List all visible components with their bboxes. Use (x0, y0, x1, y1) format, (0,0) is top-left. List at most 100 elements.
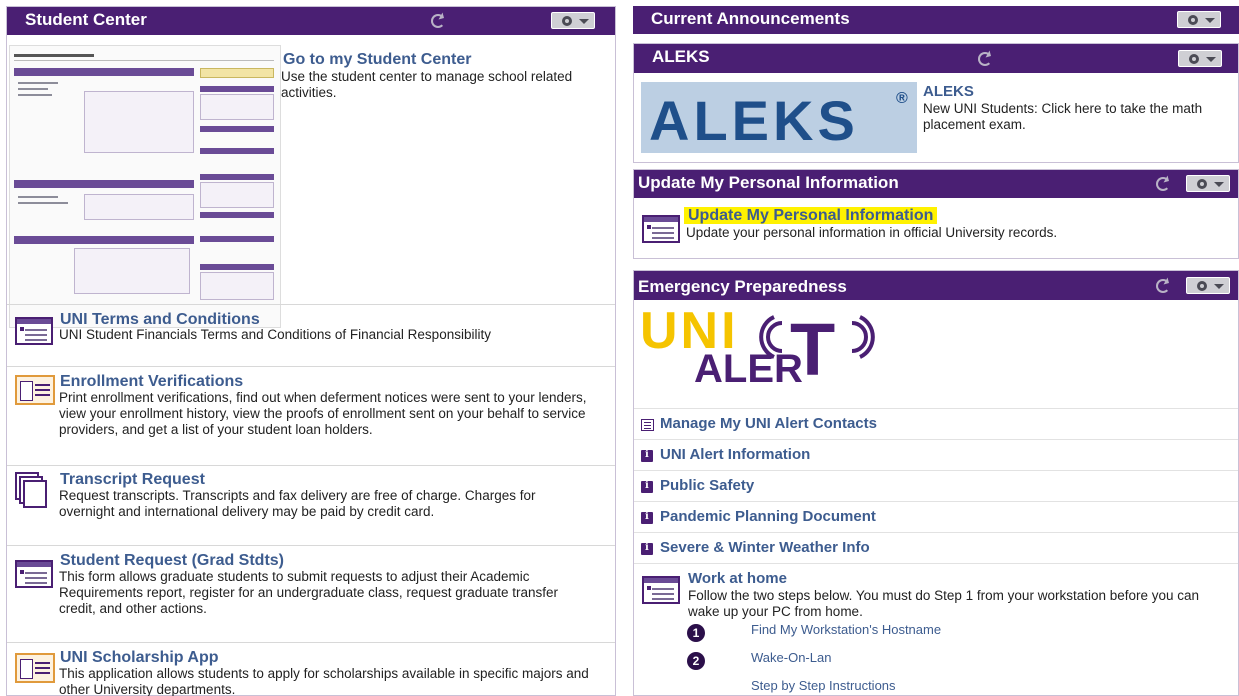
thumb-todo-header (200, 126, 274, 132)
pandemic-planning-link[interactable]: Pandemic Planning Document (660, 508, 876, 525)
transcript-request-link[interactable]: Transcript Request (60, 471, 205, 489)
list-item[interactable]: UNI Alert Information (634, 439, 1238, 470)
thumb-text-line (18, 88, 48, 90)
aleks-registered-mark: ® (896, 90, 908, 107)
work-at-home-desc: Follow the two steps below. You must do … (688, 588, 1200, 619)
student-center-thumbnail[interactable] (9, 45, 281, 328)
chevron-down-icon (1205, 18, 1215, 28)
list-item[interactable]: Manage My UNI Alert Contacts (634, 408, 1238, 439)
emergency-header: Emergency Preparedness (634, 271, 1238, 300)
public-safety-link[interactable]: Public Safety (660, 477, 754, 494)
info-icon (641, 480, 653, 493)
thumb-finance-box (84, 194, 194, 220)
weather-info-link[interactable]: Severe & Winter Weather Info (660, 539, 870, 556)
announcements-pagelet: Current Announcements (633, 6, 1239, 36)
transcript-stack-icon (15, 472, 49, 508)
thumb-holds-box (200, 94, 274, 120)
thumb-contact-box (74, 248, 190, 294)
refresh-icon[interactable] (1156, 177, 1170, 191)
refresh-icon[interactable] (1156, 279, 1170, 293)
id-card-icon (15, 375, 55, 405)
refresh-icon[interactable] (978, 52, 992, 66)
student-request-link[interactable]: Student Request (Grad Stdts) (60, 552, 284, 570)
thumb-advisor-box (200, 182, 274, 208)
transcript-request-desc: Request transcripts. Transcripts and fax… (59, 488, 536, 519)
announcements-header: Current Announcements (633, 6, 1239, 34)
thumb-admission-header (200, 212, 274, 218)
emergency-title: Emergency Preparedness (638, 277, 847, 296)
list-icon (641, 419, 654, 431)
thumb-schedule-box (84, 91, 194, 153)
thumb-help-box (200, 272, 274, 300)
pagelet-options-button[interactable] (1177, 11, 1221, 28)
list-item: Enrollment Verifications Print enrollmen… (7, 366, 615, 465)
aleks-logo-text: ALEKS (649, 89, 859, 152)
personal-info-title: Update My Personal Information (638, 173, 899, 192)
enrollment-verifications-desc: Print enrollment verifications, find out… (59, 390, 587, 437)
emergency-pagelet: Emergency Preparedness UNI ALER T Manage… (633, 270, 1239, 696)
list-item: Student Request (Grad Stdts) This form a… (7, 545, 615, 642)
thumb-text-line (18, 82, 58, 84)
thumb-academics-header (14, 68, 194, 76)
info-icon (641, 449, 653, 462)
go-to-student-center-link[interactable]: Go to my Student Center (283, 51, 471, 69)
uni-alert-logo[interactable]: UNI ALER T (640, 302, 880, 395)
thumb-holds-header (200, 86, 274, 92)
document-icon (15, 317, 53, 345)
aleks-logo[interactable]: ALEKS (641, 82, 917, 153)
go-to-student-center-desc: Use the student center to manage school … (281, 69, 573, 100)
thumb-text-line (18, 196, 58, 198)
list-item: Transcript Request Request transcripts. … (7, 465, 615, 545)
gear-icon (1197, 179, 1207, 189)
info-icon (641, 542, 653, 555)
work-at-home-link[interactable]: Work at home (688, 570, 787, 587)
refresh-icon[interactable] (431, 14, 445, 28)
update-personal-info-link[interactable]: Update My Personal Information (684, 207, 938, 225)
list-item: UNI Scholarship App This application all… (7, 642, 615, 696)
list-item[interactable]: Pandemic Planning Document (634, 501, 1238, 532)
broadcast-waves-icon (759, 315, 875, 359)
gear-icon (1189, 54, 1199, 64)
aleks-header: ALEKS (634, 44, 1238, 73)
pagelet-options-button[interactable] (1186, 277, 1230, 294)
thumb-search-box (200, 68, 274, 78)
document-icon (642, 576, 680, 604)
list-item[interactable]: Public Safety (634, 470, 1238, 501)
thumb-personal-header (14, 236, 194, 244)
find-hostname-link[interactable]: Find My Workstation's Hostname (751, 622, 941, 637)
student-center-pagelet: Student Center Go to my Student Center U… (6, 6, 616, 696)
document-icon (642, 215, 680, 243)
pagelet-options-button[interactable] (551, 12, 595, 29)
work-at-home-section: Work at home Follow the two steps below.… (634, 563, 1238, 696)
scholarship-app-link[interactable]: UNI Scholarship App (60, 649, 219, 667)
manage-alert-contacts-link[interactable]: Manage My UNI Alert Contacts (660, 415, 877, 432)
chevron-down-icon (579, 19, 589, 29)
highlighted-link-text: Update My Personal Information (684, 207, 938, 224)
aleks-link[interactable]: ALEKS (923, 83, 974, 100)
aleks-pagelet: ALEKS ALEKS ® ALEKS New UNI Students: Cl… (633, 43, 1239, 163)
step-2-badge: 2 (687, 652, 705, 670)
student-request-desc: This form allows graduate students to su… (59, 569, 559, 616)
alert-information-link[interactable]: UNI Alert Information (660, 446, 810, 463)
thumb-about-header (200, 236, 274, 242)
terms-conditions-desc: UNI Student Financials Terms and Conditi… (59, 327, 491, 342)
wake-on-lan-link[interactable]: Wake-On-Lan (751, 650, 831, 665)
pagelet-options-button[interactable] (1186, 175, 1230, 192)
thumb-text-line (18, 94, 52, 96)
aleks-title: ALEKS (652, 47, 710, 66)
thumb-help-header (200, 264, 274, 270)
student-center-header: Student Center (7, 7, 615, 35)
student-center-title: Student Center (25, 10, 147, 29)
thumb-title-line (14, 54, 94, 57)
thumb-finances-header (14, 180, 194, 188)
list-item[interactable]: Severe & Winter Weather Info (634, 532, 1238, 563)
chevron-down-icon (1214, 284, 1224, 294)
step-1-badge: 1 (687, 624, 705, 642)
thumb-enrollment-header (200, 148, 274, 154)
gear-icon (1188, 15, 1198, 25)
announcements-title: Current Announcements (651, 9, 850, 28)
personal-info-pagelet: Update My Personal Information Update My… (633, 169, 1239, 259)
step-by-step-instructions-link[interactable]: Step by Step Instructions (751, 678, 896, 693)
pagelet-options-button[interactable] (1178, 50, 1222, 67)
enrollment-verifications-link[interactable]: Enrollment Verifications (60, 373, 243, 391)
